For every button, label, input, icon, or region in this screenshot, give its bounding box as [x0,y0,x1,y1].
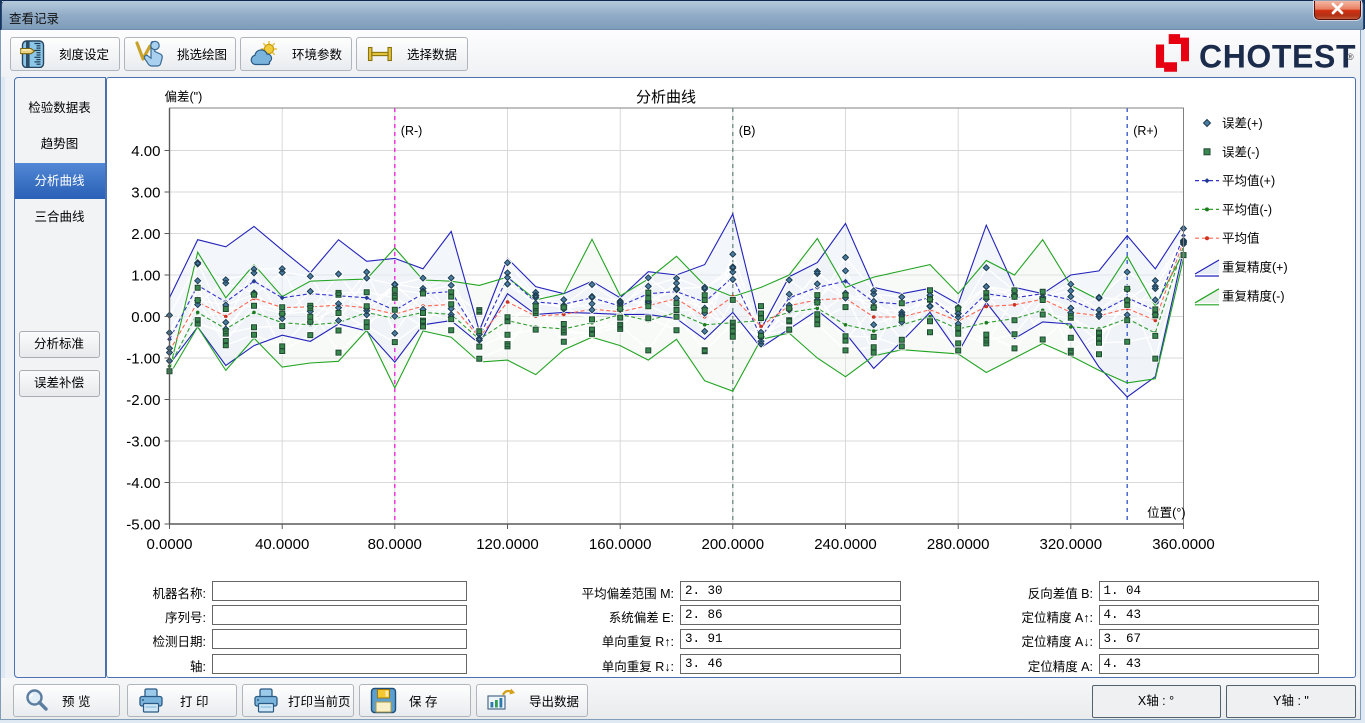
svg-text:位置(°): 位置(°) [1147,505,1185,520]
svg-text:240.0000: 240.0000 [814,536,877,553]
svg-text:偏差("): 偏差(") [165,89,203,104]
svg-text:分析曲线: 分析曲线 [636,89,696,106]
svg-text:平均值(+): 平均值(+) [1222,173,1275,188]
svg-text:误差(-): 误差(-) [1222,145,1260,159]
svg-text:360.0000: 360.0000 [1152,536,1215,553]
svg-text:280.0000: 280.0000 [927,536,990,553]
svg-text:40.0000: 40.0000 [255,536,309,553]
svg-text:0.0000: 0.0000 [147,536,193,553]
svg-text:(R-): (R-) [401,124,423,138]
svg-text:4.00: 4.00 [131,143,160,160]
svg-text:®: ® [1347,52,1354,62]
svg-text:200.0000: 200.0000 [702,536,765,553]
svg-text:0.00: 0.00 [131,309,160,326]
svg-text:CHOTEST: CHOTEST [1199,39,1356,75]
svg-text:误差(+): 误差(+) [1222,117,1263,131]
svg-text:320.0000: 320.0000 [1040,536,1103,553]
svg-text:(R+): (R+) [1133,124,1158,138]
svg-text:160.0000: 160.0000 [589,536,652,553]
svg-text:平均值(-): 平均值(-) [1222,202,1272,217]
svg-text:平均值: 平均值 [1222,231,1260,246]
svg-text:-1.00: -1.00 [126,351,160,368]
svg-text:(B): (B) [739,124,756,138]
svg-text:2.00: 2.00 [131,226,160,243]
svg-text:-3.00: -3.00 [126,434,160,451]
svg-text:-4.00: -4.00 [126,475,160,492]
svg-text:3.00: 3.00 [131,185,160,202]
svg-text:重复精度(+): 重复精度(+) [1222,260,1288,275]
svg-text:重复精度(-): 重复精度(-) [1222,288,1285,303]
svg-text:80.0000: 80.0000 [368,536,422,553]
svg-text:120.0000: 120.0000 [476,536,539,553]
svg-text:-5.00: -5.00 [126,517,160,534]
svg-text:1.00: 1.00 [131,268,160,285]
svg-text:-2.00: -2.00 [126,392,160,409]
